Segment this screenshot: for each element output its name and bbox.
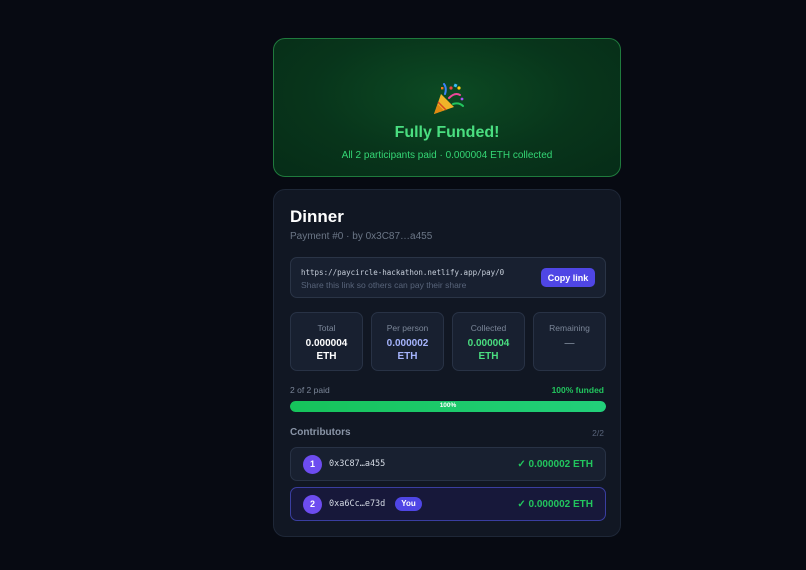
banner-subtitle: All 2 participants paid · 0.000004 ETH c… <box>341 150 553 161</box>
stat-label: Per person <box>386 323 429 333</box>
contributor-paid-amount: ✓ 0.000002 ETH <box>517 499 593 510</box>
contributor-row-you: 2 0xa6Cc…e73d You ✓ 0.000002 ETH <box>290 487 606 521</box>
payment-meta: Payment #0 · by 0x3C87…a455 <box>290 231 433 242</box>
contributors-count: 2/2 <box>592 428 604 438</box>
party-popper-icon <box>434 83 464 114</box>
progress-bar-label: 100% <box>439 402 457 409</box>
stat-label: Remaining <box>549 323 590 333</box>
stats-grid: Total 0.000004 ETH Per person 0.000002 E… <box>290 312 606 371</box>
stat-amount: 0.000002 <box>386 338 429 349</box>
stat-value: 0.000004 ETH <box>453 337 524 363</box>
payment-title: Dinner <box>290 207 344 226</box>
stat-per-person: Per person 0.000002 ETH <box>371 312 444 371</box>
banner-title: Fully Funded! <box>394 124 500 141</box>
share-hint: Share this link so others can pay their … <box>301 280 467 290</box>
stat-value: 0.000004 ETH <box>291 337 362 363</box>
payment-card: Dinner Payment #0 · by 0x3C87…a455 https… <box>273 189 621 537</box>
contributor-row: 1 0x3C87…a455 ✓ 0.000002 ETH <box>290 447 606 481</box>
stat-amount: 0.000004 <box>305 338 348 349</box>
stat-remaining: Remaining — <box>533 312 606 371</box>
share-url[interactable]: https://paycircle-hackathon.netlify.app/… <box>301 268 504 277</box>
contributor-index: 2 <box>303 495 322 514</box>
funded-banner: Fully Funded! All 2 participants paid · … <box>273 38 621 177</box>
stat-amount: — <box>564 338 575 349</box>
stat-value: — <box>534 337 605 350</box>
stat-value: 0.000002 ETH <box>372 337 443 363</box>
paid-count: 2 of 2 paid <box>290 385 330 395</box>
stat-unit: ETH <box>478 351 499 362</box>
stat-unit: ETH <box>397 351 418 362</box>
share-link-box: https://paycircle-hackathon.netlify.app/… <box>290 257 606 298</box>
contributor-index: 1 <box>303 455 322 474</box>
stat-label: Collected <box>470 323 507 333</box>
stat-collected: Collected 0.000004 ETH <box>452 312 525 371</box>
contributor-address: 0xa6Cc…e73d <box>329 499 386 509</box>
progress-bar: 100% <box>290 401 606 412</box>
contributor-paid-amount: ✓ 0.000002 ETH <box>517 459 593 470</box>
stat-unit: ETH <box>316 351 337 362</box>
funded-percent: 100% funded <box>551 385 604 395</box>
stat-amount: 0.000004 <box>467 338 510 349</box>
contributors-heading: Contributors <box>290 427 351 438</box>
contributor-address: 0x3C87…a455 <box>329 459 386 469</box>
stat-total: Total 0.000004 ETH <box>290 312 363 371</box>
copy-link-button[interactable]: Copy link <box>541 268 595 287</box>
stat-label: Total <box>317 323 336 333</box>
you-badge: You <box>395 497 422 511</box>
